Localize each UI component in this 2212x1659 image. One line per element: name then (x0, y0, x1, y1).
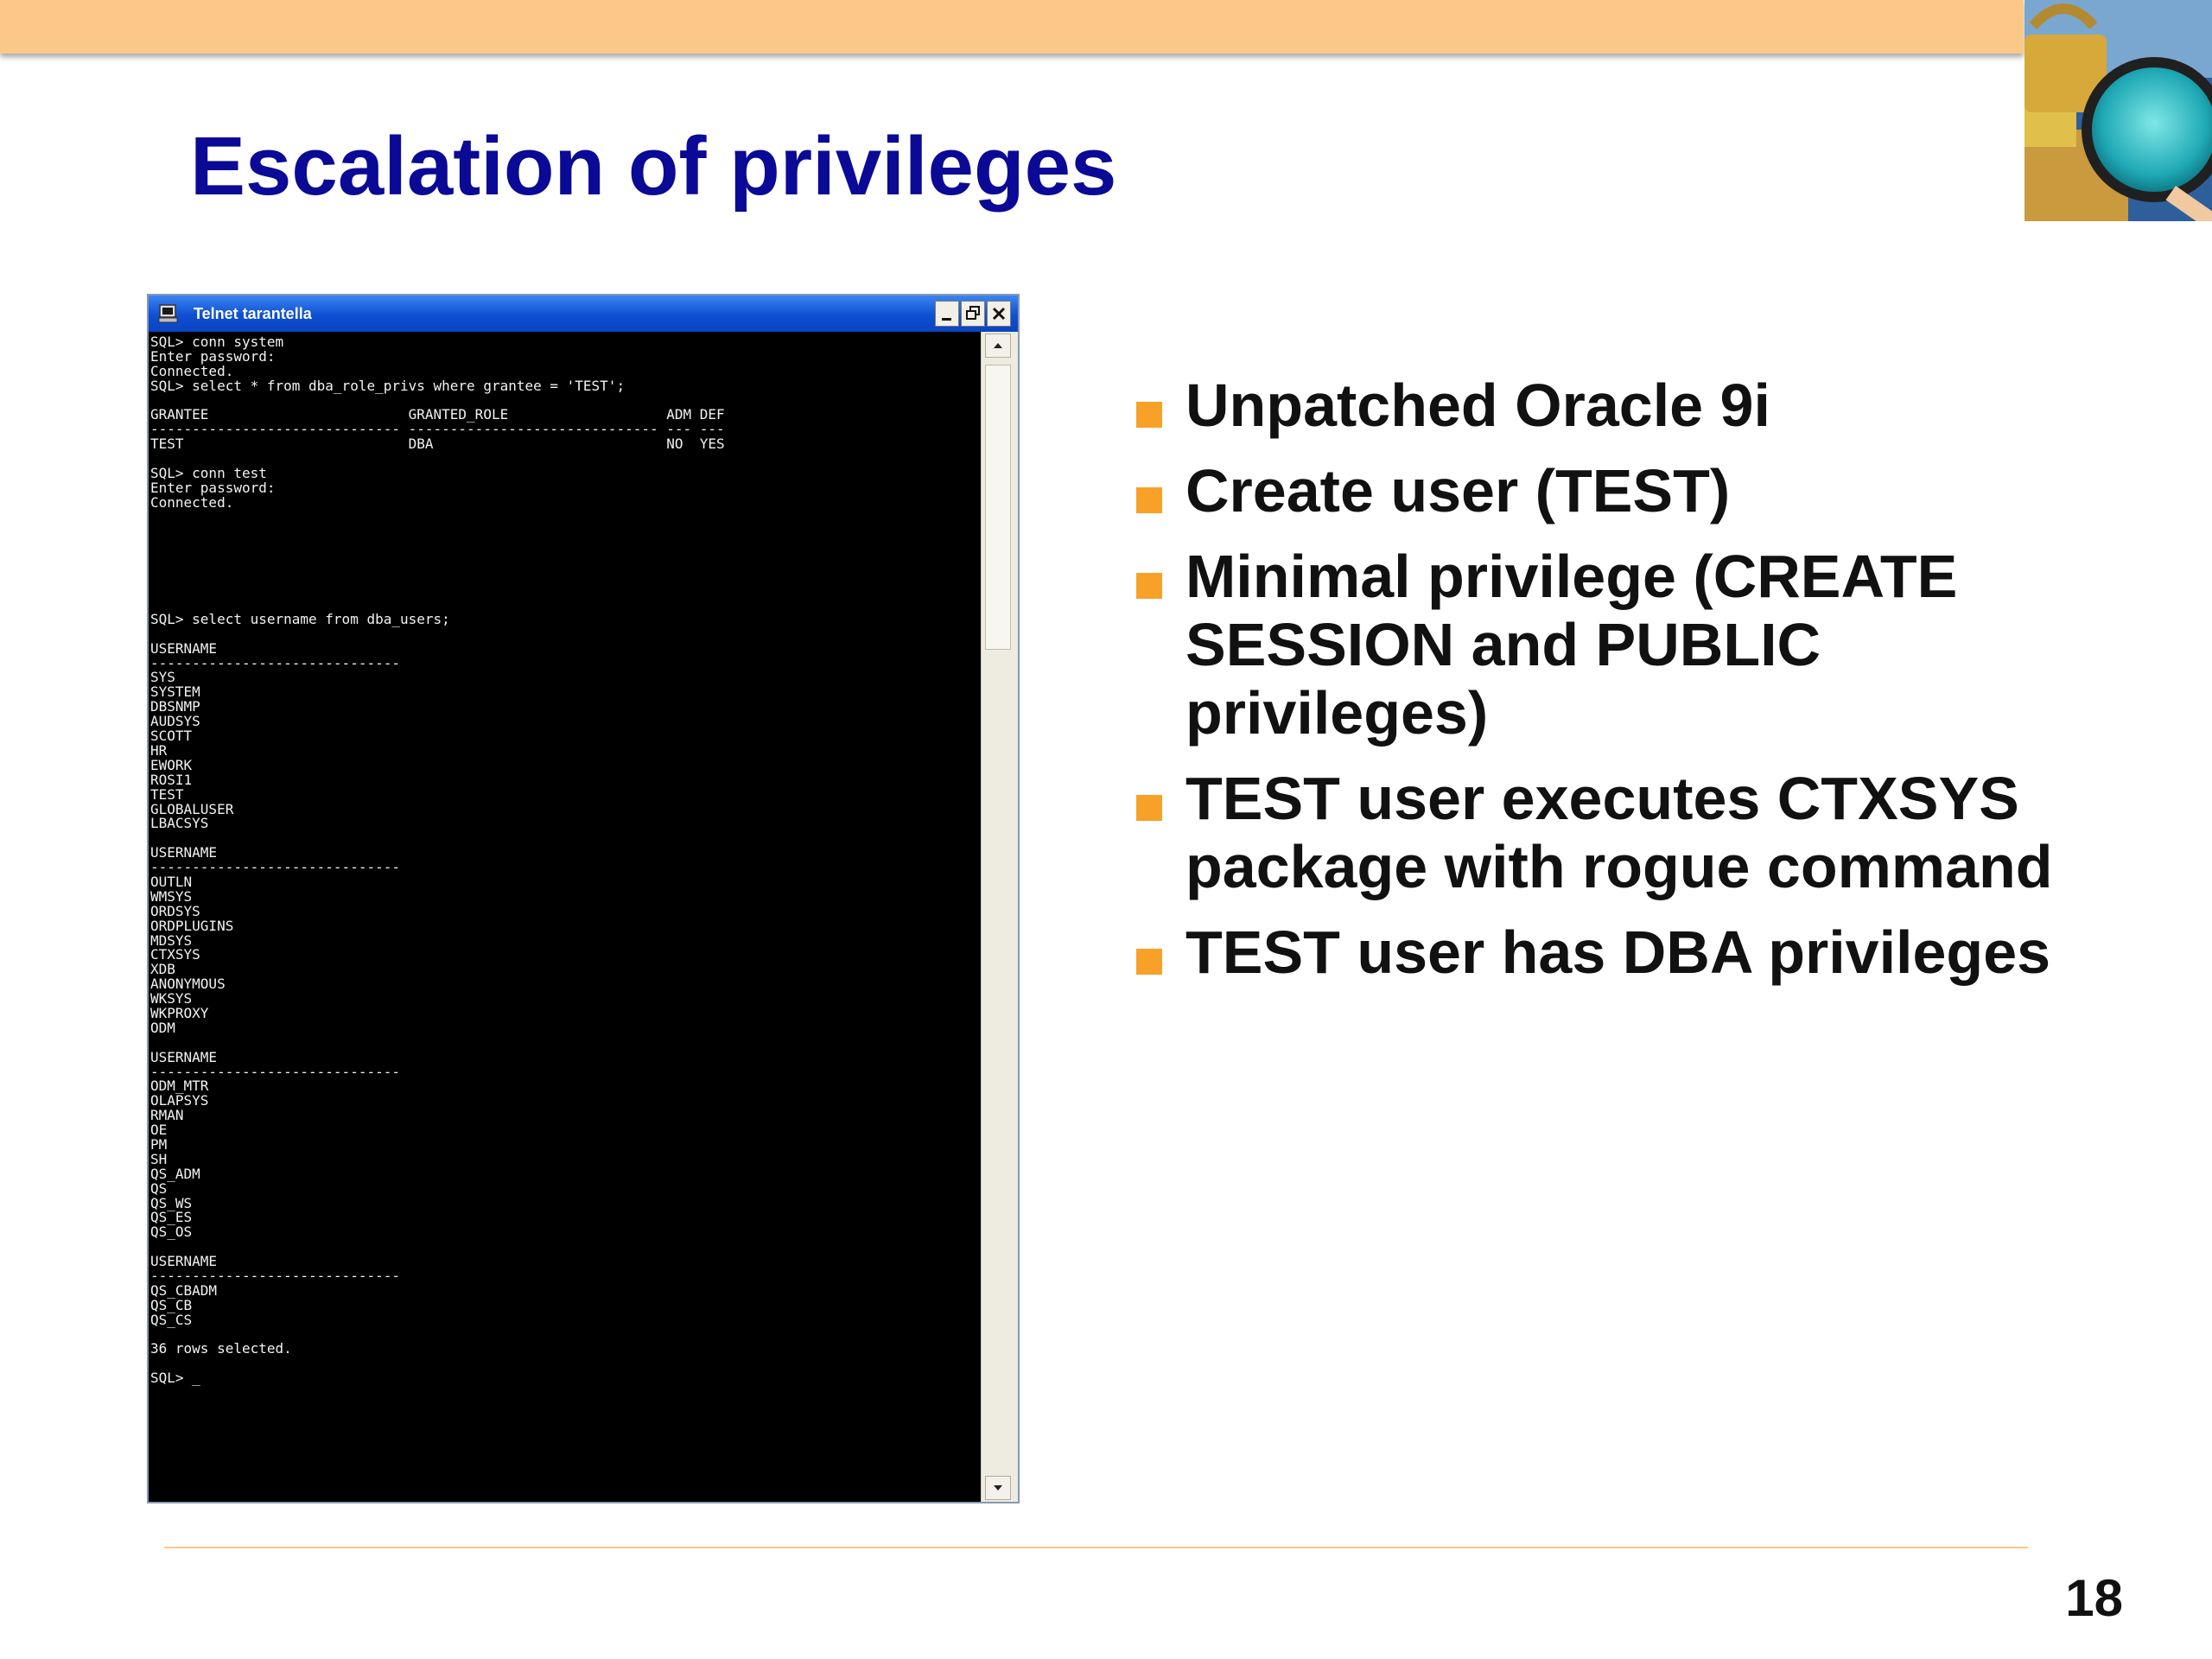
restore-button[interactable] (961, 301, 985, 327)
terminal-line: QS_CS (150, 1311, 193, 1328)
arrow-up-icon (994, 343, 1002, 348)
terminal-line: 36 rows selected. (150, 1340, 292, 1357)
terminal-line: SQL> select * from dba_role_privs where … (150, 377, 626, 394)
terminal-line: ------------------------------ (150, 1063, 400, 1080)
terminal-line: EWORK (150, 756, 193, 773)
terminal-line: RMAN (150, 1107, 184, 1124)
bullet-item: Create user (TEST) (1134, 457, 2127, 525)
terminal-lines: SQL> conn system Enter password: Connected… (150, 334, 725, 1387)
terminal-line: QS_OS (150, 1224, 193, 1241)
terminal-line: QS_CBADM (150, 1281, 218, 1299)
telnet-window[interactable]: Telnet tarantella SQL> conn system Enter … (147, 294, 1020, 1503)
terminal-line: HR (150, 741, 168, 759)
terminal-line: OUTLN (150, 873, 193, 890)
bullet-item: Minimal privilege (CREATE SESSION and PU… (1134, 543, 2127, 747)
terminal-line: ANONYMOUS (150, 976, 226, 993)
terminal-line: SH (150, 1150, 168, 1167)
minimize-button[interactable] (935, 301, 959, 327)
bullet-text: Minimal privilege (CREATE SESSION and PU… (1185, 543, 1958, 747)
slide-title: Escalation of privileges (190, 120, 1117, 213)
bullet-item: Unpatched Oracle 9i (1134, 372, 2127, 440)
close-button[interactable] (987, 301, 1011, 327)
scroll-down-button[interactable] (985, 1476, 1011, 1500)
page-number: 18 (2065, 1569, 2123, 1627)
terminal-line: CTXSYS (150, 946, 200, 963)
terminal-line: QS_CB (150, 1296, 193, 1313)
terminal-line: SYS (150, 669, 175, 686)
terminal-line: OLAPSYS (150, 1092, 209, 1109)
minimize-icon (942, 318, 951, 321)
terminal-line: AUDSYS (150, 713, 200, 730)
terminal-line: ------------------------------ (150, 1268, 400, 1284)
padlock-magnifier-image (2024, 0, 2212, 221)
terminal-line: QS_WS (150, 1194, 193, 1211)
scroll-up-button[interactable] (985, 334, 1011, 358)
square-bullet-icon (1136, 573, 1162, 599)
terminal-line: ORDPLUGINS (150, 917, 234, 934)
terminal-line: GLOBALUSER (150, 800, 234, 817)
square-bullet-icon (1136, 795, 1162, 821)
bullet-text: TEST user has DBA privileges (1185, 918, 2051, 986)
top-accent-band (0, 0, 2024, 54)
vertical-scrollbar[interactable] (981, 332, 1018, 1502)
terminal-line: SQL> select username from dba_users; (150, 610, 450, 627)
terminal-line: LBACSYS (150, 815, 209, 832)
terminal-line: Enter password: (150, 479, 276, 496)
terminal-line: Connected. (150, 493, 234, 511)
bullet-text: Unpatched Oracle 9i (1185, 372, 1770, 439)
terminal-output[interactable]: SQL> conn system Enter password: Connected… (149, 332, 982, 1502)
terminal-app-icon (157, 302, 180, 324)
terminal-line: TEST (150, 785, 184, 803)
terminal-line: SQL> _ (150, 1370, 200, 1387)
scrollbar-thumb[interactable] (985, 365, 1011, 650)
window-title: Telnet tarantella (194, 305, 312, 322)
terminal-line: PM (150, 1135, 168, 1153)
terminal-line: ROSI1 (150, 771, 193, 788)
terminal-line: SCOTT (150, 728, 193, 745)
arrow-down-icon (994, 1485, 1002, 1491)
square-bullet-icon (1136, 487, 1162, 513)
window-titlebar[interactable]: Telnet tarantella (149, 296, 1018, 332)
terminal-line: Enter password: (150, 347, 276, 365)
bullet-item: TEST user has DBA privileges (1134, 918, 2127, 987)
terminal-line: QS (150, 1179, 168, 1197)
terminal-line: MDSYS (150, 931, 193, 949)
close-icon (992, 307, 1006, 321)
terminal-line: QS_ADM (150, 1165, 200, 1182)
terminal-line: OE (150, 1122, 168, 1139)
terminal-line: WKPROXY (150, 1004, 209, 1021)
terminal-line: USERNAME (150, 1048, 218, 1065)
terminal-line: QS_ES (150, 1209, 193, 1226)
terminal-line: TEST DBA NO YES (150, 435, 725, 453)
terminal-line: SYSTEM (150, 683, 200, 701)
footer-divider (164, 1547, 2028, 1548)
square-bullet-icon (1136, 949, 1162, 975)
terminal-line: ORDSYS (150, 902, 200, 919)
bullet-text: Create user (TEST) (1185, 457, 1731, 524)
bullet-text: TEST user executes CTXSYS package with r… (1185, 765, 2053, 900)
terminal-line: ODM_MTR (150, 1077, 209, 1095)
terminal-line: WKSYS (150, 990, 193, 1007)
restore-icon (966, 306, 980, 320)
bullet-list: Unpatched Oracle 9i Create user (TEST) M… (1134, 372, 2127, 1004)
terminal-line: ODM (150, 1019, 175, 1036)
terminal-line: WMSYS (150, 887, 193, 905)
terminal-line: DBSNMP (150, 698, 200, 715)
bullet-item: TEST user executes CTXSYS package with r… (1134, 765, 2127, 901)
terminal-line: XDB (150, 961, 175, 978)
terminal-line: ------------------------------ (150, 654, 400, 671)
terminal-line: ------------------------------ (150, 859, 400, 876)
square-bullet-icon (1136, 402, 1162, 428)
